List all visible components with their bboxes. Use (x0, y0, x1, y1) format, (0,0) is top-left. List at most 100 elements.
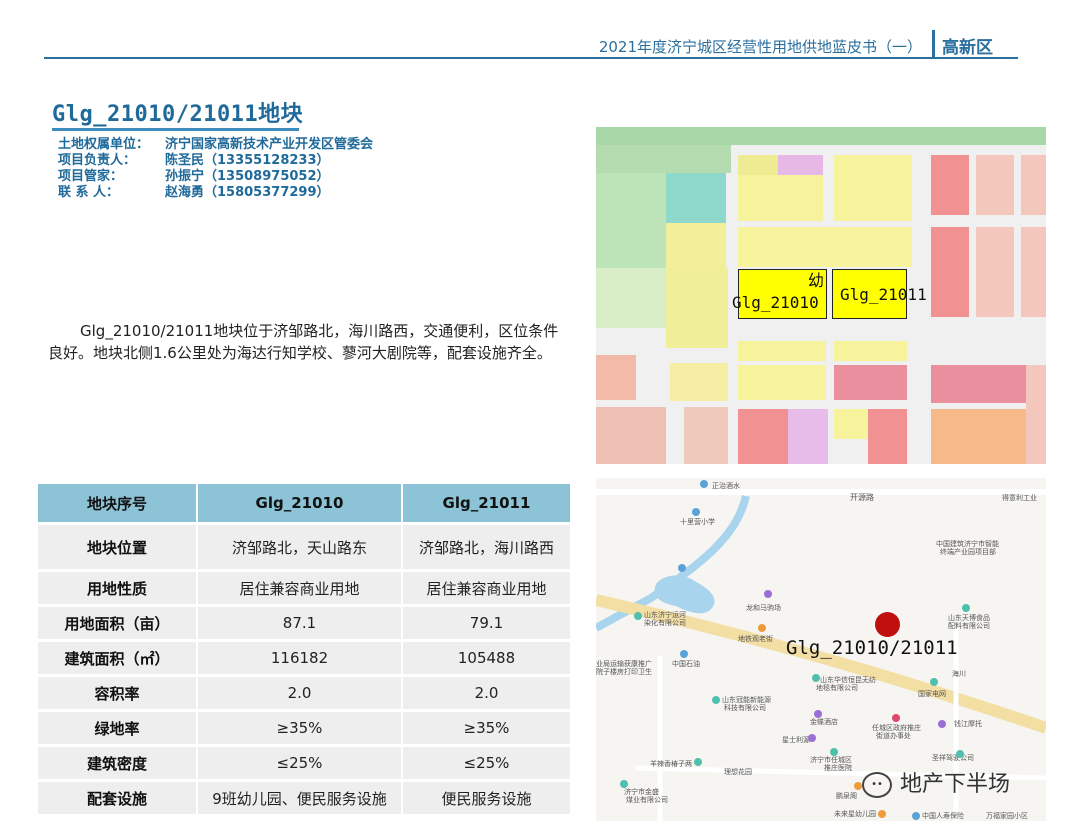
cell: ≥35% (403, 712, 570, 744)
table-row: 建筑面积（㎡） 116182 105488 (38, 642, 570, 674)
poi-marker-icon (808, 734, 816, 742)
plot-title: Glg_21010/21011地块 (52, 102, 304, 127)
poi-label: 海川 (952, 670, 966, 678)
poi-label: 济宁市金盛 (624, 788, 659, 796)
poi-marker-icon (620, 780, 628, 788)
cell: 济邹路北，天山路东 (198, 525, 403, 569)
contact-row-steward: 项目管家： 孙振宁（13508975052） (58, 169, 373, 185)
poi-marker-icon (764, 590, 772, 598)
row-key: 绿地率 (38, 712, 198, 744)
header-title: 2021年度济宁城区经营性用地供地蓝皮书（一） (598, 38, 922, 56)
poi-label: 开源路 (850, 493, 874, 502)
map-parcel (596, 355, 636, 400)
poi-label: 钱江摩托 (954, 720, 982, 728)
poi-marker-icon (830, 748, 838, 756)
row-key: 用地性质 (38, 572, 198, 604)
poi-marker-icon (814, 710, 822, 718)
cell: 2.0 (198, 677, 403, 709)
cell: ≥35% (198, 712, 403, 744)
map-parcel (596, 173, 666, 268)
row-key: 用地面积（亩） (38, 607, 198, 639)
poi-marker-icon (634, 612, 642, 620)
poi-marker-icon (938, 720, 946, 728)
poi-marker-icon (692, 508, 700, 516)
contact-row-liaison: 联 系 人： 赵海勇（15805377299） (58, 185, 373, 201)
table-row: 建筑密度 ≤25% ≤25% (38, 747, 570, 779)
map-parcel (596, 268, 666, 328)
map-parcel (834, 365, 907, 400)
poi-marker-icon (678, 564, 686, 572)
poi-label: 圣祥驾驶公司 (932, 754, 974, 762)
title-underline (52, 128, 299, 131)
cell: 79.1 (403, 607, 570, 639)
contact-row-owner: 土地权属单位： 济宁国家高新技术产业开发区管委会 (58, 137, 373, 153)
poi-label: 山东济宁运河 (644, 611, 686, 619)
poi-marker-icon (680, 650, 688, 658)
map-parcel (596, 407, 666, 464)
cell: 9班幼儿园、便民服务设施 (198, 782, 403, 814)
map-parcel (666, 173, 726, 223)
poi-label: 龙和马驹场 (746, 604, 781, 612)
poi-label: 中国石油 (672, 660, 700, 668)
table-header: Glg_21010 (198, 484, 403, 522)
row-key: 配套设施 (38, 782, 198, 814)
poi-marker-icon (892, 714, 900, 722)
header-rule (44, 57, 1018, 59)
table-row: 地块位置 济邹路北，天山路东 济邹路北，海川路西 (38, 525, 570, 569)
poi-label: 未来星幼儿园 (834, 810, 876, 818)
contact-value: 孙振宁（13508975052） (165, 169, 330, 184)
poi-marker-icon (700, 480, 708, 488)
cell: 便民服务设施 (403, 782, 570, 814)
map-parcel (738, 409, 788, 464)
poi-label: 地毯有限公司 (816, 684, 858, 692)
map-parcel (1026, 365, 1046, 464)
poi-label: 济宁市任城区 (810, 756, 852, 764)
poi-label: 配料有限公司 (948, 622, 990, 630)
map-parcel (596, 145, 731, 173)
poi-label: 山东天博食品 (948, 614, 990, 622)
map-parcel (738, 227, 912, 267)
map-parcel (931, 227, 969, 317)
header-zone: 高新区 (942, 38, 993, 58)
poi-label: 中国建筑济宁市智能 (936, 540, 999, 548)
poi-marker-icon (854, 782, 862, 790)
poi-label: 煤业有限公司 (626, 796, 668, 804)
map-parcel (834, 155, 912, 221)
plot-location-marker-icon (875, 612, 900, 637)
row-key: 建筑面积（㎡） (38, 642, 198, 674)
table-header: 地块序号 (38, 484, 198, 522)
contact-value: 赵海勇（15805377299） (165, 185, 330, 200)
poi-marker-icon (962, 604, 970, 612)
poi-marker-icon (712, 696, 720, 704)
table-header-row: 地块序号 Glg_21010 Glg_21011 (38, 484, 570, 522)
contact-list: 土地权属单位： 济宁国家高新技术产业开发区管委会 项目负责人： 陈圣民（133551… (58, 137, 373, 201)
map-parcel (666, 223, 726, 268)
table-header: Glg_21011 (403, 484, 570, 522)
poi-marker-icon (912, 812, 920, 820)
map-parcel (834, 409, 868, 439)
poi-label: 科技有限公司 (724, 704, 766, 712)
map-parcel (684, 407, 728, 464)
row-key: 建筑密度 (38, 747, 198, 779)
map-parcel (666, 268, 728, 348)
plot-info-table: 地块序号 Glg_21010 Glg_21011 地块位置 济邹路北，天山路东 济邹… (38, 481, 570, 817)
watermark-text: 地产下半场 (900, 772, 1011, 797)
map-parcel (931, 409, 1026, 464)
pond (654, 575, 715, 614)
map-parcel (738, 175, 823, 221)
map-parcel (1021, 155, 1046, 215)
table-row: 用地面积（亩） 87.1 79.1 (38, 607, 570, 639)
map-parcel (976, 155, 1014, 215)
poi-label: 国家电网 (918, 690, 946, 698)
map-parcel (670, 363, 728, 401)
planning-map: 幼 Glg_21010 Glg_21011 (596, 127, 1046, 464)
contact-row-manager: 项目负责人： 陈圣民（13355128233） (58, 153, 373, 169)
contact-value: 陈圣民（13355128233） (165, 153, 330, 168)
poi-label: 金蝶酒店 (810, 718, 838, 726)
contact-value: 济宁国家高新技术产业开发区管委会 (165, 137, 374, 152)
poi-label: 任城区政府推庄 (872, 724, 921, 732)
contact-label: 联 系 人： (58, 185, 120, 200)
poi-label: 推庄医院 (824, 764, 852, 772)
poi-label: 终端产业园项目部 (940, 548, 996, 556)
contact-label: 项目负责人： (58, 153, 137, 168)
